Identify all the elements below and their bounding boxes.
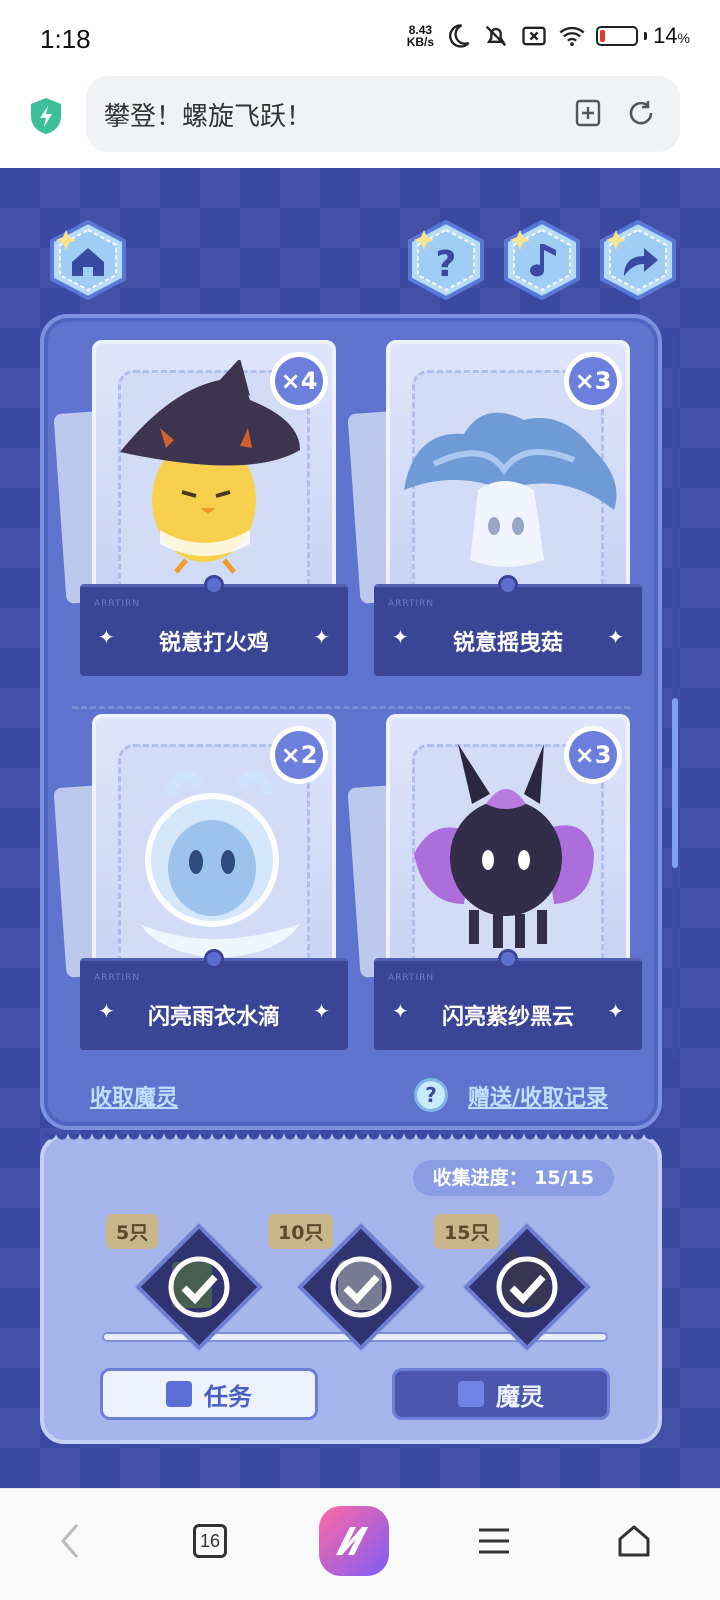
address-bar: 攀登！螺旋飞跃！ — [0, 76, 720, 168]
count-badge: ×3 — [564, 352, 622, 410]
gift-records-link[interactable]: 赠送/收取记录 — [468, 1080, 608, 1112]
reward-milestone[interactable]: 15只 — [434, 1214, 592, 1352]
spirit-card[interactable]: ×3 ARRTIRN ✦ 锐意摇曳菇 ✦ — [347, 340, 642, 680]
scrollbar[interactable] — [672, 334, 678, 1060]
scrollbar-thumb[interactable] — [672, 698, 678, 868]
count-badge: ×2 — [270, 726, 328, 784]
network-speed-unit: KB/s — [406, 35, 435, 49]
status-time: 1:18 — [40, 24, 91, 54]
home-icon — [618, 1525, 650, 1557]
battery-icon: 14% — [596, 23, 690, 49]
card-name: 锐意摇曳菇 — [452, 631, 563, 656]
card-small-text: ARRTIRN — [94, 599, 141, 609]
battery-unit: % — [677, 30, 690, 46]
card-count: ×3 — [569, 357, 617, 405]
collection-progress: 收集进度： 15/15 — [412, 1160, 614, 1196]
svg-text:?: ? — [436, 244, 457, 285]
battery-fill — [600, 30, 605, 42]
battery-percent: 14% — [653, 23, 690, 49]
reward-tag: 5只 — [106, 1214, 159, 1249]
task-button[interactable]: 任务 — [100, 1368, 318, 1420]
spirit-button-label: 魔灵 — [496, 1382, 544, 1411]
back-button[interactable] — [40, 1511, 100, 1571]
spirit-card[interactable]: ×4 ARRTIRN ✦ 锐意打火鸡 ✦ — [53, 340, 348, 680]
card-label-plate: ARRTIRN ✦ 锐意摇曳菇 ✦ — [374, 575, 642, 676]
spirit-button[interactable]: 魔灵 — [392, 1368, 610, 1420]
card-name: 闪亮紫纱黑云 — [441, 1005, 574, 1030]
network-speed: 8.43 KB/s — [407, 24, 434, 48]
count-badge: ×4 — [270, 352, 328, 410]
sparkle-icon: ✦ — [607, 625, 624, 649]
plate-notch — [204, 575, 224, 595]
card-small-text: ARRTIRN — [388, 599, 435, 609]
count-badge: ×3 — [564, 726, 622, 784]
reload-icon[interactable] — [626, 98, 656, 128]
reward-tag: 10只 — [268, 1214, 334, 1249]
menu-icon — [479, 1528, 509, 1554]
card-count: ×3 — [569, 731, 617, 779]
card-name: 闪亮雨衣水滴 — [147, 1005, 280, 1030]
card-count: ×2 — [275, 731, 323, 779]
panel-divider — [72, 706, 630, 709]
records-help-icon[interactable]: ? — [414, 1078, 448, 1112]
collect-spirit-link[interactable]: 收取魔灵 — [90, 1080, 178, 1112]
panel-edge — [44, 1134, 658, 1142]
status-bar: 1:18 8.43 KB/s 14% — [0, 0, 720, 76]
game-area: ? ×4 ARRTIRN ✦ 锐意打火鸡 ✦ ×3 ARRTIRN ✦ 锐意摇曳… — [0, 168, 720, 1488]
plate-notch — [498, 575, 518, 595]
mute-icon — [485, 25, 507, 47]
music-button[interactable] — [500, 218, 584, 302]
shield-icon[interactable] — [28, 96, 64, 136]
battery-body — [596, 26, 639, 46]
moon-icon — [449, 24, 470, 48]
reward-tag: 15只 — [434, 1214, 500, 1249]
card-label-plate: ARRTIRN ✦ 锐意打火鸡 ✦ — [80, 575, 348, 676]
add-bookmark-icon[interactable] — [574, 98, 604, 128]
battery-tip — [644, 32, 648, 40]
card-small-text: ARRTIRN — [94, 973, 141, 983]
task-button-label: 任务 — [204, 1382, 252, 1411]
card-label-plate: ARRTIRN ✦ 闪亮雨衣水滴 ✦ — [80, 949, 348, 1050]
card-panel: ×4 ARRTIRN ✦ 锐意打火鸡 ✦ ×3 ARRTIRN ✦ 锐意摇曳菇 … — [40, 314, 662, 1130]
plate-notch — [204, 949, 224, 969]
spirit-card[interactable]: ×2 ARRTIRN ✦ 闪亮雨衣水滴 ✦ — [53, 714, 348, 1054]
plate-notch — [498, 949, 518, 969]
sparkle-icon: ✦ — [313, 999, 330, 1023]
music-icon — [504, 219, 580, 301]
back-icon — [61, 1524, 79, 1558]
home-button[interactable] — [46, 218, 130, 302]
card-label-plate: ARRTIRN ✦ 闪亮紫纱黑云 ✦ — [374, 949, 642, 1050]
card-count: ×4 — [275, 357, 323, 405]
sparkle-icon: ✦ — [313, 625, 330, 649]
card-name: 锐意打火鸡 — [158, 631, 269, 656]
tab-count: 16 — [193, 1524, 227, 1558]
close-box-icon — [522, 26, 546, 46]
tabs-button[interactable]: 16 — [180, 1511, 240, 1571]
help-button[interactable]: ? — [404, 218, 488, 302]
share-icon — [600, 219, 676, 301]
browser-nav-bar: 16 — [0, 1488, 720, 1600]
help-icon: ? — [408, 219, 484, 301]
spirit-card[interactable]: ×3 ARRTIRN ✦ 闪亮紫纱黑云 ✦ — [347, 714, 642, 1054]
sparkle-icon: ✦ — [607, 999, 624, 1023]
app-logo-icon — [319, 1506, 389, 1576]
page-title[interactable]: 攀登！螺旋飞跃！ — [104, 96, 312, 133]
home-icon — [50, 219, 126, 301]
home-nav-button[interactable] — [604, 1511, 664, 1571]
card-small-text: ARRTIRN — [388, 973, 435, 983]
reward-milestone[interactable]: 5只 — [106, 1214, 264, 1352]
collection-panel: 收集进度： 15/15 5只 10只 15只 任务 魔灵 — [40, 1134, 662, 1444]
battery-value: 14 — [653, 23, 678, 48]
status-icons: 8.43 KB/s 14% — [407, 22, 690, 50]
reward-milestone[interactable]: 10只 — [268, 1214, 426, 1352]
menu-button[interactable] — [464, 1511, 524, 1571]
app-logo-button[interactable] — [318, 1505, 390, 1577]
task-icon — [166, 1381, 192, 1407]
share-button[interactable] — [596, 218, 680, 302]
url-box[interactable]: 攀登！螺旋飞跃！ — [86, 76, 680, 152]
wifi-icon — [559, 26, 585, 47]
folder-icon — [458, 1381, 484, 1407]
